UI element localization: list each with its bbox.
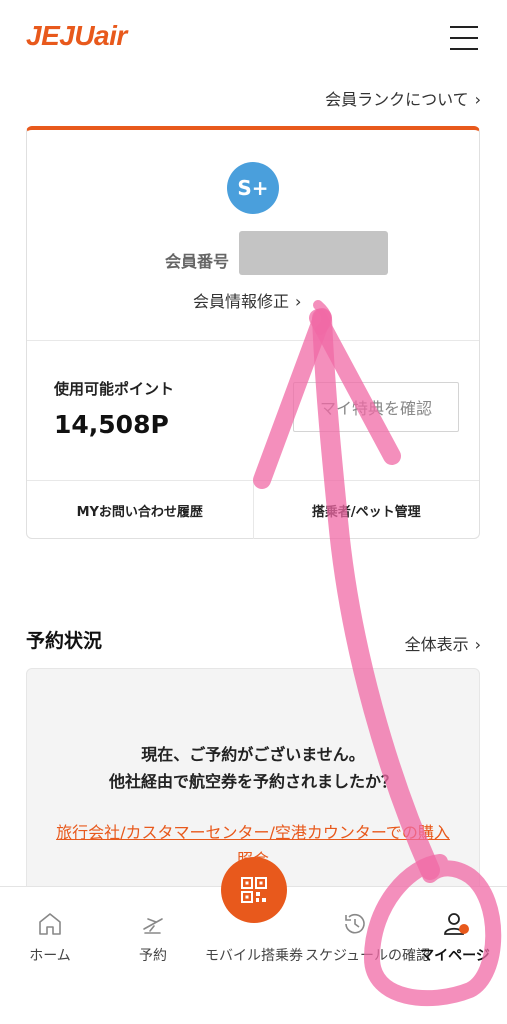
member-card-actions: MYお問い合わせ履歴 搭乗者/ペット管理 <box>27 481 479 539</box>
nav-mypage[interactable]: マイページ <box>405 909 505 965</box>
no-reservation-message: 現在、ご予約がございません。 他社経由で航空券を予約されましたか？ <box>27 741 479 795</box>
passenger-pet-management-button[interactable]: 搭乗者/ペット管理 <box>252 481 480 539</box>
qr-code-icon <box>241 877 267 903</box>
nav-home-label: ホーム <box>29 948 71 964</box>
chevron-right-icon: › <box>474 635 481 654</box>
airplane-icon <box>143 918 163 934</box>
member-rank-link[interactable]: 会員ランクについて › <box>325 86 481 110</box>
mobile-boarding-pass-button[interactable] <box>221 857 287 923</box>
bottom-nav: ホーム 予約 モバイル搭乗券 スケジュールの確認 マイページ <box>0 857 507 1024</box>
inquiry-history-button[interactable]: MYお問い合わせ履歴 <box>27 481 253 539</box>
home-icon <box>39 913 61 935</box>
nav-booking-label: 予約 <box>139 948 167 964</box>
nav-mobile-boarding-label: モバイル搭乗券 <box>205 948 303 964</box>
reservation-status-title: 予約状況 <box>26 630 103 652</box>
purchase-inquiry-line1: 旅行会社/カスタマーセンター/空港カウンターでの購入 <box>56 823 450 842</box>
nav-schedule-label: スケジュールの確認 <box>305 948 431 964</box>
member-number-label: 会員番号 <box>165 252 230 271</box>
nav-booking[interactable]: 予約 <box>103 909 203 965</box>
no-reservation-line2: 他社経由で航空券を予約されましたか？ <box>108 772 397 791</box>
nav-mypage-label: マイページ <box>420 948 490 964</box>
member-rank-link-label: 会員ランクについて <box>325 90 469 109</box>
no-reservation-line1: 現在、ご予約がございません。 <box>141 745 365 764</box>
nav-schedule[interactable]: スケジュールの確認 <box>305 909 431 965</box>
divider <box>27 340 479 341</box>
user-icon <box>444 913 469 935</box>
history-clock-icon <box>345 913 365 934</box>
my-benefits-button[interactable]: マイ特典を確認 <box>293 382 459 432</box>
nav-home[interactable]: ホーム <box>0 909 100 965</box>
jejuair-logo[interactable]: JEJUair <box>26 20 127 52</box>
member-card: S+ 会員番号 会員情報修正 › 使用可能ポイント 14,508P マイ特典を確認… <box>26 126 480 539</box>
app-header: JEJUair <box>0 0 507 78</box>
edit-member-info-label: 会員情報修正 <box>193 292 290 311</box>
available-points-value: 14,508P <box>54 410 169 439</box>
chevron-right-icon: › <box>474 90 481 109</box>
member-rank-avatar: S+ <box>227 162 279 214</box>
view-all-label: 全体表示 <box>404 635 469 654</box>
chevron-right-icon: › <box>295 292 302 311</box>
edit-member-info-link[interactable]: 会員情報修正 › <box>193 288 301 312</box>
view-all-link[interactable]: 全体表示 › <box>405 631 481 655</box>
hamburger-menu-icon[interactable] <box>450 26 478 50</box>
available-points-label: 使用可能ポイント <box>54 380 175 398</box>
member-number-redacted <box>239 231 388 275</box>
